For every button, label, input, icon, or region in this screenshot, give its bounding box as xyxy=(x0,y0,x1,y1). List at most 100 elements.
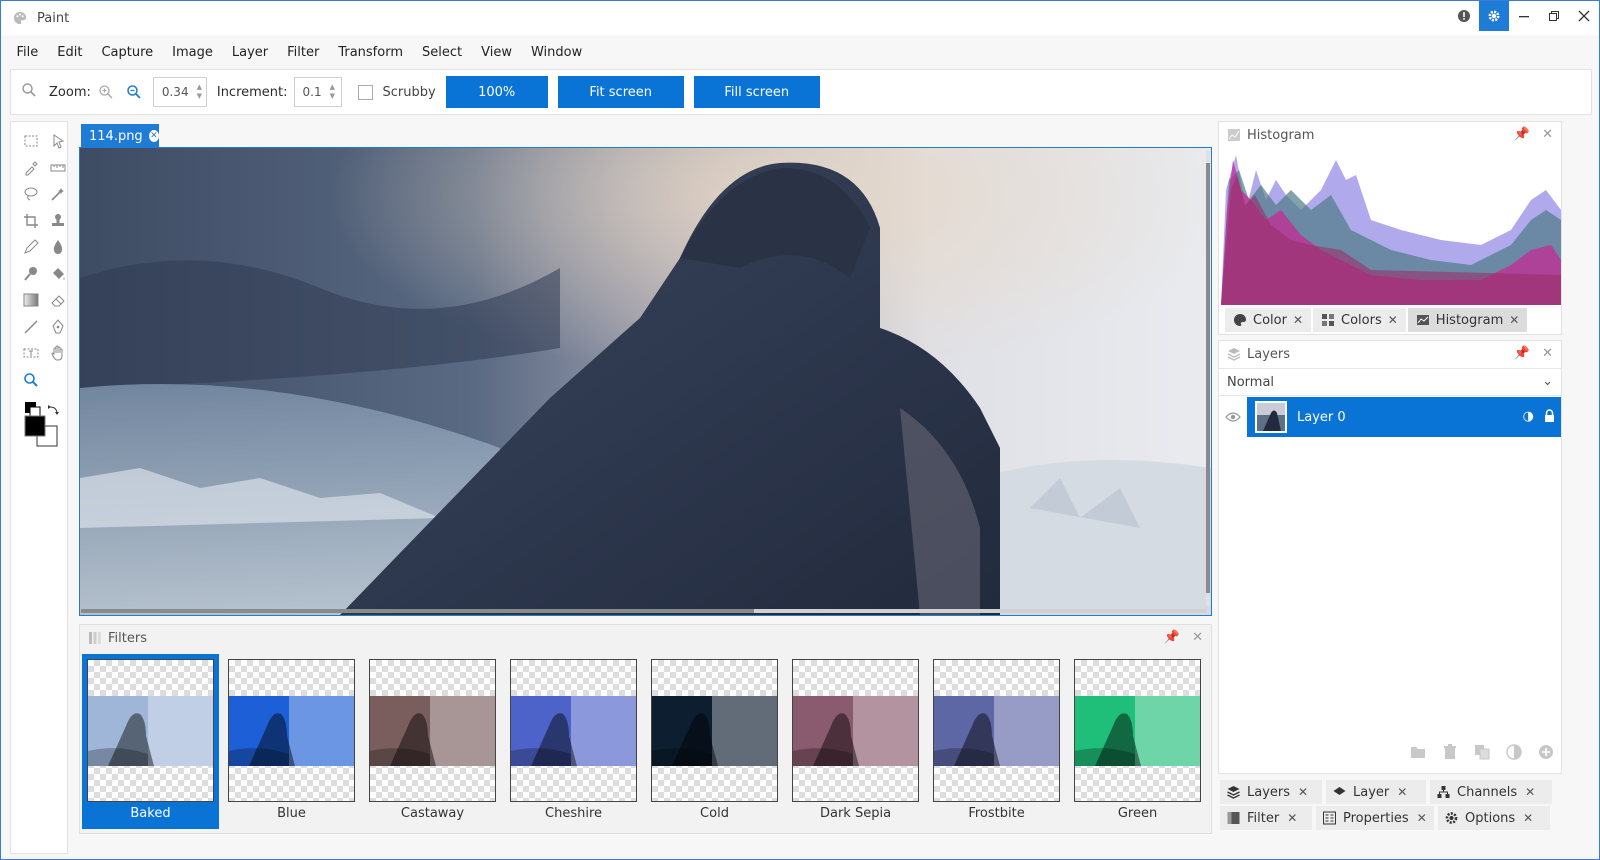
close-tab-icon[interactable]: ✕ xyxy=(1509,313,1519,327)
pin-icon[interactable]: 📌 xyxy=(1514,127,1530,142)
ruler-icon[interactable] xyxy=(44,155,71,182)
filter-item[interactable]: Cheshire xyxy=(505,654,642,829)
filter-preview-image xyxy=(1075,696,1200,766)
scroll-thumb[interactable] xyxy=(1206,163,1210,593)
lock-icon[interactable] xyxy=(1544,409,1555,426)
stepper-arrows-icon[interactable]: ▲ ▼ xyxy=(330,83,335,101)
layer-selected[interactable]: Layer 0 ◑ xyxy=(1247,397,1561,437)
duplicate-icon[interactable] xyxy=(1473,743,1491,761)
menu-transform[interactable]: Transform xyxy=(329,45,413,60)
contrast-icon[interactable]: ◑ xyxy=(1523,409,1534,426)
minimize-icon[interactable] xyxy=(1509,1,1539,31)
close-panel-icon[interactable]: ✕ xyxy=(1192,630,1203,645)
rect-select-icon[interactable] xyxy=(17,128,44,155)
color-swatch-icon[interactable] xyxy=(23,402,69,458)
tab-colors[interactable]: Colors ✕ xyxy=(1313,308,1406,332)
menu-view[interactable]: View xyxy=(472,45,522,60)
close-panel-icon[interactable]: ✕ xyxy=(1542,346,1553,361)
canvas-horizontal-scrollbar[interactable] xyxy=(81,609,1207,613)
fill-screen-button[interactable]: Fill screen xyxy=(693,76,820,108)
zoom-in-icon[interactable] xyxy=(97,83,115,101)
close-tab-icon[interactable]: ✕ xyxy=(1287,811,1297,825)
paint-bucket-icon[interactable] xyxy=(44,261,71,288)
info-icon[interactable] xyxy=(1449,1,1479,31)
zoom-out-icon[interactable] xyxy=(125,83,143,101)
layer-row[interactable]: Layer 0 ◑ xyxy=(1219,397,1561,437)
menu-filter[interactable]: Filter xyxy=(278,45,329,60)
tab-histogram[interactable]: Histogram ✕ xyxy=(1407,308,1528,332)
close-panel-icon[interactable]: ✕ xyxy=(1542,127,1553,142)
filter-label: Castaway xyxy=(400,806,465,821)
filter-item[interactable]: Dark Sepia xyxy=(787,654,924,829)
add-layer-icon[interactable] xyxy=(1537,743,1555,761)
eyedropper-icon[interactable] xyxy=(17,155,44,182)
document-tab[interactable]: 114.png ✕ xyxy=(81,124,159,148)
scrubby-checkbox[interactable] xyxy=(357,84,373,100)
restore-icon[interactable] xyxy=(1539,1,1569,31)
tab-filter[interactable]: Filter ✕ xyxy=(1220,806,1312,830)
close-tab-icon[interactable]: ✕ xyxy=(1525,785,1535,799)
trash-icon[interactable] xyxy=(1441,743,1459,761)
menu-layer[interactable]: Layer xyxy=(222,45,277,60)
close-tab-icon[interactable]: ✕ xyxy=(1293,313,1303,327)
scroll-thumb[interactable] xyxy=(81,609,754,613)
filter-item[interactable]: Green xyxy=(1069,654,1206,829)
tab-layers[interactable]: Layers ✕ xyxy=(1220,780,1322,804)
close-tab-icon[interactable]: ✕ xyxy=(1298,785,1308,799)
lasso-icon[interactable] xyxy=(17,181,44,208)
tab-color[interactable]: Color ✕ xyxy=(1225,308,1312,332)
zoom-100-button[interactable]: 100% xyxy=(445,76,548,108)
menu-edit[interactable]: Edit xyxy=(48,45,92,60)
filter-item[interactable]: Baked xyxy=(82,654,219,829)
menu-image[interactable]: Image xyxy=(163,45,223,60)
close-tab-icon[interactable]: ✕ xyxy=(1523,811,1533,825)
increment-stepper[interactable]: 0.1 ▲ ▼ xyxy=(293,77,342,107)
blend-mode-select[interactable]: Normal ⌄ xyxy=(1219,368,1561,396)
brush-icon[interactable] xyxy=(17,261,44,288)
gradient-icon[interactable] xyxy=(17,287,44,314)
menu-select[interactable]: Select xyxy=(413,45,472,60)
image-canvas[interactable] xyxy=(79,147,1212,616)
zoom-tool-icon[interactable] xyxy=(17,367,44,394)
eye-visibility-icon[interactable] xyxy=(1219,411,1247,423)
increment-value: 0.1 xyxy=(302,85,322,99)
crop-icon[interactable] xyxy=(17,208,44,235)
pen-icon[interactable] xyxy=(44,314,71,341)
magic-wand-icon[interactable] xyxy=(44,181,71,208)
move-arrow-icon[interactable] xyxy=(44,128,71,155)
close-tab-icon[interactable]: ✕ xyxy=(148,130,159,142)
stepper-arrows-icon[interactable]: ▲ ▼ xyxy=(197,83,202,101)
layer-thumbnail xyxy=(1255,401,1287,433)
pencil-icon[interactable] xyxy=(17,234,44,261)
filter-item[interactable]: Blue xyxy=(223,654,360,829)
text-select-icon[interactable] xyxy=(17,340,44,367)
close-icon[interactable] xyxy=(1569,1,1599,31)
tab-options[interactable]: Options ✕ xyxy=(1438,806,1550,830)
zoom-value-stepper[interactable]: 0.34 ▲ ▼ xyxy=(152,77,207,107)
drop-icon[interactable] xyxy=(44,234,71,261)
pin-icon[interactable]: 📌 xyxy=(1164,630,1180,645)
menu-file[interactable]: File xyxy=(7,45,48,60)
filter-item[interactable]: Castaway xyxy=(364,654,501,829)
menu-window[interactable]: Window xyxy=(521,45,591,60)
close-tab-icon[interactable]: ✕ xyxy=(1388,313,1398,327)
line-icon[interactable] xyxy=(17,314,44,341)
canvas-vertical-scrollbar[interactable] xyxy=(1206,151,1210,606)
grid-icon xyxy=(1322,314,1335,326)
folder-icon[interactable] xyxy=(1409,743,1427,761)
menu-capture[interactable]: Capture xyxy=(92,45,163,60)
hand-pan-icon[interactable] xyxy=(44,340,71,367)
tab-layer[interactable]: Layer ✕ xyxy=(1326,780,1426,804)
fit-screen-button[interactable]: Fit screen xyxy=(557,76,684,108)
filter-item[interactable]: Frostbite xyxy=(928,654,1065,829)
filter-item[interactable]: Cold xyxy=(646,654,783,829)
close-tab-icon[interactable]: ✕ xyxy=(1397,785,1407,799)
eraser-icon[interactable] xyxy=(44,287,71,314)
tab-channels[interactable]: Channels ✕ xyxy=(1430,780,1552,804)
close-tab-icon[interactable]: ✕ xyxy=(1417,811,1427,825)
settings-gear-icon[interactable] xyxy=(1479,1,1509,31)
tab-properties[interactable]: Properties ✕ xyxy=(1316,806,1434,830)
stamp-icon[interactable] xyxy=(44,208,71,235)
pin-icon[interactable]: 📌 xyxy=(1514,346,1530,361)
mask-icon[interactable] xyxy=(1505,743,1523,761)
